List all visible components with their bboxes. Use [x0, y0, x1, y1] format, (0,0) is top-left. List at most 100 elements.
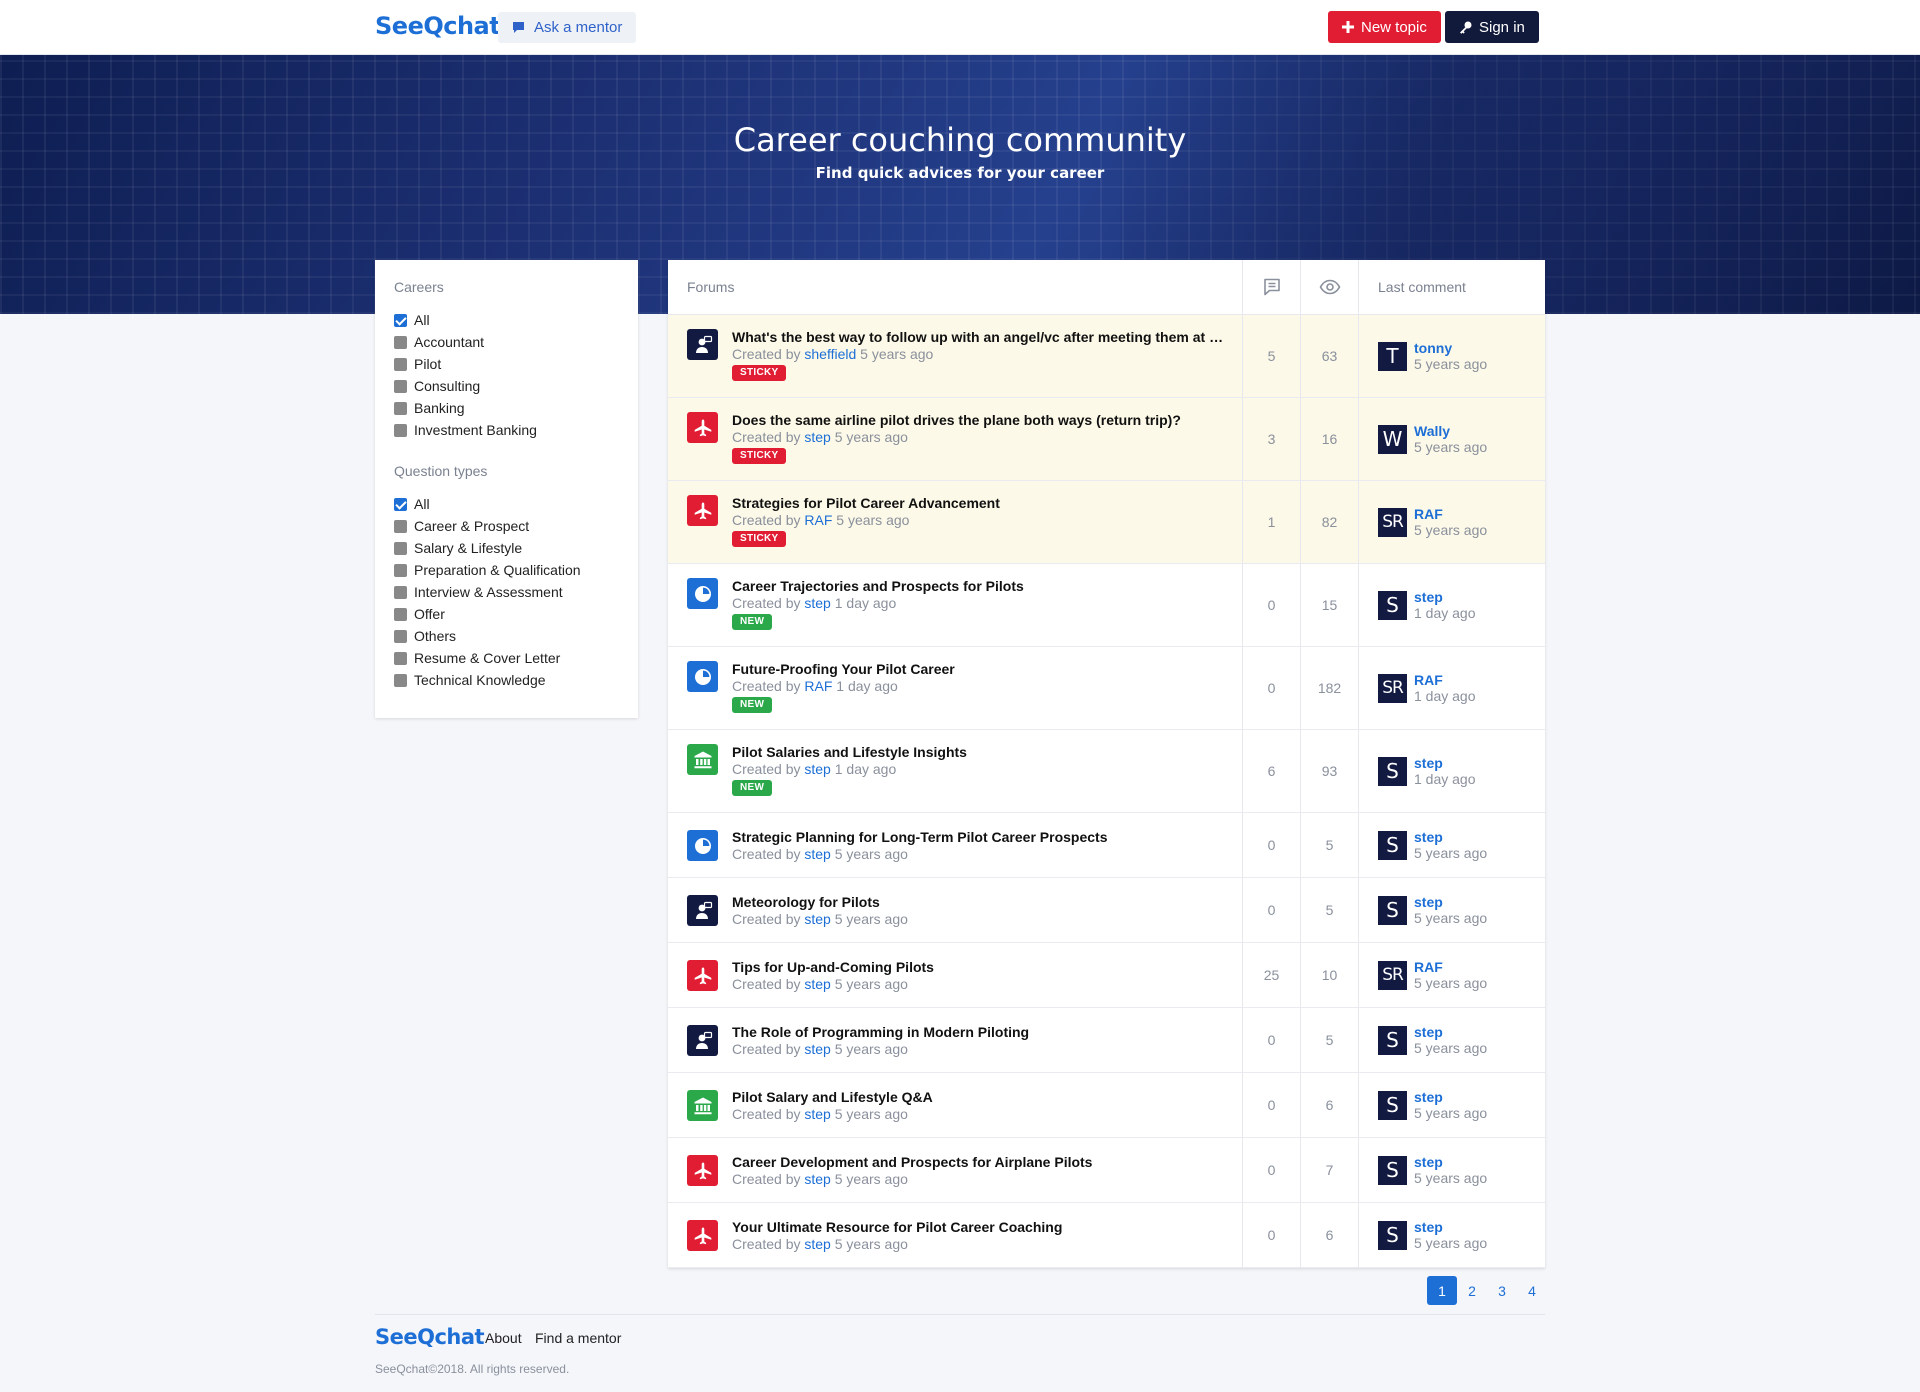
careers-filter-0[interactable]: All — [394, 309, 638, 331]
avatar[interactable]: S — [1378, 756, 1407, 786]
question-type-filter-6[interactable]: Others — [394, 625, 638, 647]
footer-about-link[interactable]: About — [485, 1330, 522, 1346]
topic-title[interactable]: Meteorology for Pilots — [732, 894, 1226, 910]
last-comment-user[interactable]: RAF — [1414, 959, 1487, 975]
topic-title[interactable]: Career Development and Prospects for Air… — [732, 1154, 1226, 1170]
checkbox[interactable] — [394, 401, 407, 415]
page-1-button[interactable]: 1 — [1427, 1276, 1457, 1305]
topic-author[interactable]: step — [804, 429, 830, 445]
question-type-filter-3[interactable]: Preparation & Qualification — [394, 559, 638, 581]
checkbox[interactable] — [394, 423, 407, 437]
topic-author[interactable]: step — [804, 595, 830, 611]
checkbox[interactable] — [394, 673, 407, 687]
table-row[interactable]: Strategic Planning for Long-Term Pilot C… — [668, 813, 1545, 878]
footer-find-mentor-link[interactable]: Find a mentor — [535, 1330, 621, 1346]
topic-title[interactable]: The Role of Programming in Modern Piloti… — [732, 1024, 1226, 1040]
avatar[interactable]: S — [1378, 1025, 1407, 1055]
topic-title[interactable]: Career Trajectories and Prospects for Pi… — [732, 578, 1226, 594]
checkbox[interactable] — [394, 585, 407, 599]
avatar[interactable]: S — [1378, 895, 1407, 925]
ask-mentor-button[interactable]: Ask a mentor — [498, 12, 637, 43]
question-type-filter-7[interactable]: Resume & Cover Letter — [394, 647, 638, 669]
avatar[interactable]: S — [1378, 830, 1407, 860]
topic-author[interactable]: RAF — [804, 678, 832, 694]
careers-filter-3[interactable]: Consulting — [394, 375, 638, 397]
last-comment-user[interactable]: step — [1414, 1089, 1487, 1105]
topic-title[interactable]: Future-Proofing Your Pilot Career — [732, 661, 1226, 677]
topic-title[interactable]: What's the best way to follow up with an… — [732, 329, 1226, 345]
table-row[interactable]: Career Development and Prospects for Air… — [668, 1138, 1545, 1203]
checkbox[interactable] — [394, 313, 407, 327]
checkbox[interactable] — [394, 497, 407, 511]
last-comment-user[interactable]: RAF — [1414, 506, 1487, 522]
avatar[interactable]: SR — [1378, 673, 1407, 703]
topic-author[interactable]: step — [804, 911, 830, 927]
last-comment-user[interactable]: Wally — [1414, 423, 1487, 439]
checkbox[interactable] — [394, 519, 407, 533]
table-row[interactable]: What's the best way to follow up with an… — [668, 315, 1545, 398]
last-comment-user[interactable]: step — [1414, 1154, 1487, 1170]
topic-author[interactable]: step — [804, 846, 830, 862]
footer-logo[interactable]: SeeQchat — [375, 1325, 485, 1349]
table-row[interactable]: Tips for Up-and-Coming Pilots Created by … — [668, 943, 1545, 1008]
checkbox[interactable] — [394, 651, 407, 665]
avatar[interactable]: S — [1378, 1155, 1407, 1185]
question-type-filter-4[interactable]: Interview & Assessment — [394, 581, 638, 603]
topic-author[interactable]: step — [804, 1236, 830, 1252]
topic-author[interactable]: step — [804, 976, 830, 992]
topic-author[interactable]: step — [804, 1171, 830, 1187]
table-row[interactable]: The Role of Programming in Modern Piloti… — [668, 1008, 1545, 1073]
table-row[interactable]: Your Ultimate Resource for Pilot Career … — [668, 1203, 1545, 1268]
page-4-button[interactable]: 4 — [1517, 1276, 1547, 1305]
last-comment-user[interactable]: step — [1414, 1024, 1487, 1040]
topic-author[interactable]: RAF — [804, 512, 832, 528]
checkbox[interactable] — [394, 379, 407, 393]
topic-author[interactable]: step — [804, 1106, 830, 1122]
topic-author[interactable]: step — [804, 1041, 830, 1057]
question-type-filter-0[interactable]: All — [394, 493, 638, 515]
sign-in-button[interactable]: Sign in — [1445, 11, 1539, 43]
table-row[interactable]: Future-Proofing Your Pilot Career Created… — [668, 647, 1545, 730]
last-comment-user[interactable]: RAF — [1414, 672, 1476, 688]
topic-title[interactable]: Pilot Salaries and Lifestyle Insights — [732, 744, 1226, 760]
topic-title[interactable]: Tips for Up-and-Coming Pilots — [732, 959, 1226, 975]
avatar[interactable]: SR — [1378, 507, 1407, 537]
topic-title[interactable]: Does the same airline pilot drives the p… — [732, 412, 1226, 428]
last-comment-user[interactable]: step — [1414, 589, 1476, 605]
topic-title[interactable]: Strategic Planning for Long-Term Pilot C… — [732, 829, 1226, 845]
avatar[interactable]: W — [1378, 424, 1407, 454]
logo[interactable]: SeeQchat — [375, 12, 501, 40]
checkbox[interactable] — [394, 629, 407, 643]
table-row[interactable]: Career Trajectories and Prospects for Pi… — [668, 564, 1545, 647]
topic-title[interactable]: Pilot Salary and Lifestyle Q&A — [732, 1089, 1226, 1105]
question-type-filter-1[interactable]: Career & Prospect — [394, 515, 638, 537]
avatar[interactable]: S — [1378, 1090, 1407, 1120]
table-row[interactable]: Does the same airline pilot drives the p… — [668, 398, 1545, 481]
avatar[interactable]: SR — [1378, 960, 1407, 990]
page-3-button[interactable]: 3 — [1487, 1276, 1517, 1305]
careers-filter-4[interactable]: Banking — [394, 397, 638, 419]
last-comment-user[interactable]: step — [1414, 894, 1487, 910]
table-row[interactable]: Pilot Salary and Lifestyle Q&A Created by… — [668, 1073, 1545, 1138]
avatar[interactable]: S — [1378, 1220, 1407, 1250]
topic-author[interactable]: sheffield — [804, 346, 856, 362]
last-comment-user[interactable]: step — [1414, 1219, 1487, 1235]
table-row[interactable]: Pilot Salaries and Lifestyle Insights Cre… — [668, 730, 1545, 813]
last-comment-user[interactable]: step — [1414, 829, 1487, 845]
checkbox[interactable] — [394, 607, 407, 621]
page-2-button[interactable]: 2 — [1457, 1276, 1487, 1305]
topic-author[interactable]: step — [804, 761, 830, 777]
question-type-filter-8[interactable]: Technical Knowledge — [394, 669, 638, 691]
last-comment-user[interactable]: tonny — [1414, 340, 1487, 356]
checkbox[interactable] — [394, 335, 407, 349]
checkbox[interactable] — [394, 563, 407, 577]
table-row[interactable]: Meteorology for Pilots Created by step 5 … — [668, 878, 1545, 943]
question-type-filter-2[interactable]: Salary & Lifestyle — [394, 537, 638, 559]
last-comment-user[interactable]: step — [1414, 755, 1476, 771]
checkbox[interactable] — [394, 357, 407, 371]
topic-title[interactable]: Your Ultimate Resource for Pilot Career … — [732, 1219, 1226, 1235]
avatar[interactable]: T — [1378, 341, 1407, 371]
new-topic-button[interactable]: New topic — [1328, 11, 1441, 43]
question-type-filter-5[interactable]: Offer — [394, 603, 638, 625]
careers-filter-2[interactable]: Pilot — [394, 353, 638, 375]
